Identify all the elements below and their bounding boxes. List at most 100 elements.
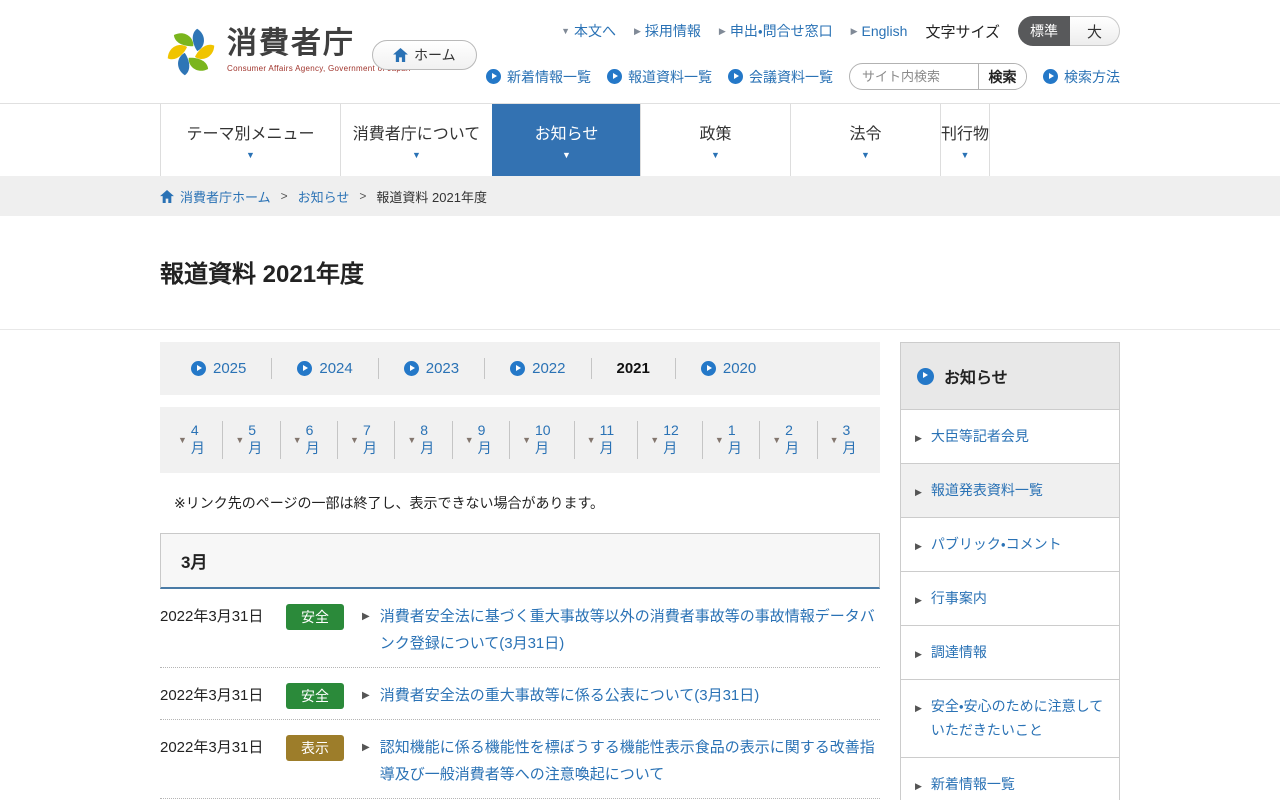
nav-item[interactable]: 政策 ▼ [640, 104, 790, 176]
triangle-right-icon: ▶ [915, 433, 922, 443]
breadcrumb-bar: 消費者庁ホーム > お知らせ > 報道資料 2021年度 [0, 176, 1280, 216]
news-link[interactable]: 消費者安全法の重大事故等に係る公表について(3月31日) [380, 682, 880, 709]
search-button[interactable]: 検索 [978, 64, 1026, 89]
month-link-label: 1月 [727, 422, 742, 456]
month-link[interactable]: ▼ 1月 [703, 421, 761, 459]
utility-link[interactable]: ▼ 本文へ [561, 21, 616, 41]
month-link[interactable]: ▼ 8月 [395, 421, 453, 459]
sidebar-heading: お知らせ [901, 343, 1119, 409]
nav-item[interactable]: テーマ別メニュー ▼ [160, 104, 340, 176]
month-link-label: 4月 [190, 422, 205, 456]
news-date: 2022年3月31日 [160, 739, 264, 756]
font-size-large-button[interactable]: 大 [1070, 16, 1120, 46]
breadcrumb-separator: > [280, 189, 288, 203]
nav-item-label: 消費者庁について [352, 126, 481, 143]
sidebar-item-label: 安全・安心のために注意していただきたいこと [930, 698, 1104, 738]
quick-link[interactable]: 報道資料一覧 [607, 67, 712, 87]
chevron-down-icon: ▼ [562, 150, 571, 160]
search-method-link[interactable]: 検索方法 [1043, 67, 1120, 87]
year-tabs: 2025 2024 2023 2022 2021 2020 [160, 342, 880, 395]
nav-item[interactable]: 消費者庁について ▼ [340, 104, 492, 176]
triangle-down-icon: ▼ [522, 435, 531, 445]
nav-item[interactable]: お知らせ ▼ [492, 104, 640, 176]
utility-link[interactable]: ▶ 採用情報 [634, 21, 701, 41]
month-link[interactable]: ▼ 4月 [166, 421, 224, 459]
triangle-marker-icon: ▶ [850, 25, 858, 36]
month-link[interactable]: ▼ 5月 [223, 421, 281, 459]
breadcrumb-section-link[interactable]: お知らせ [298, 187, 350, 206]
news-row: 2022年3月31日 表示 ▶ 認知機能に係る機能性を標ぼうする機能性表示食品の… [160, 720, 880, 799]
year-tab[interactable]: 2023 [379, 358, 486, 379]
search-method-label: 検索方法 [1064, 68, 1120, 85]
sidebar-item-label: パブリック・コメント [930, 536, 1062, 553]
year-tab[interactable]: 2024 [272, 358, 379, 379]
site-header: 消費者庁 Consumer Affairs Agency, Government… [0, 0, 1280, 103]
sidebar-item-label: 報道発表資料一覧 [930, 482, 1043, 499]
sidebar-item[interactable]: ▶ 安全・安心のために注意していただきたいこと [901, 679, 1119, 757]
breadcrumb-home-link[interactable]: 消費者庁ホーム [160, 187, 271, 206]
month-link[interactable]: ▼ 7月 [338, 421, 396, 459]
sidebar-item[interactable]: ▶ 調達情報 [901, 625, 1119, 680]
month-link[interactable]: ▼ 6月 [281, 421, 339, 459]
utility-link[interactable]: ▶ English [851, 23, 908, 39]
triangle-right-icon: ▶ [362, 742, 370, 753]
main-column: 2025 2024 2023 2022 2021 2020 ▼ 4月 ▼ 5月 … [160, 342, 880, 800]
month-link[interactable]: ▼ 3月 [818, 421, 874, 459]
nav-item-label: テーマ別メニュー [186, 126, 315, 143]
month-link[interactable]: ▼ 9月 [453, 421, 511, 459]
month-link-label: 5月 [248, 422, 263, 456]
triangle-down-icon: ▼ [829, 435, 839, 445]
triangle-down-icon: ▼ [292, 435, 302, 445]
year-tab[interactable]: 2025 [166, 358, 273, 379]
triangle-down-icon: ▼ [586, 435, 596, 445]
triangle-down-icon: ▼ [350, 435, 359, 445]
triangle-marker-icon: ▼ [561, 26, 570, 36]
triangle-marker-icon: ▶ [718, 25, 726, 36]
year-tab[interactable]: 2020 [676, 358, 781, 379]
sidebar-item[interactable]: ▶ パブリック・コメント [901, 517, 1119, 572]
page-title: 報道資料 2021年度 [160, 261, 365, 288]
font-size-toggle: 標準 大 [1018, 16, 1120, 46]
utility-link[interactable]: ▶ 申出・問合せ窓口 [719, 21, 833, 41]
month-link[interactable]: ▼ 10月 [510, 421, 575, 459]
triangle-right-icon: ▶ [362, 611, 370, 622]
chevron-down-icon: ▼ [246, 150, 255, 160]
month-link[interactable]: ▼ 11月 [575, 421, 639, 459]
month-link[interactable]: ▼ 2月 [760, 421, 818, 459]
search-input[interactable] [850, 69, 978, 84]
sidebar-item[interactable]: ▶ 大臣等記者会見 [901, 409, 1119, 464]
nav-item[interactable]: 刊行物 ▼ [940, 104, 991, 176]
year-tab[interactable]: 2022 [485, 358, 592, 379]
play-circle-icon [700, 361, 716, 376]
news-link[interactable]: 認知機能に係る機能性を標ぼうする機能性表示食品の表示に関する改善指導及び一般消費… [380, 734, 880, 788]
play-circle-icon [297, 361, 313, 376]
sidebar-item[interactable]: ▶ 行事案内 [901, 571, 1119, 626]
disclaimer-note: ※リンク先のページの一部は終了し、表示できない場合があります。 [174, 495, 605, 511]
month-link-label: 7月 [362, 422, 377, 456]
year-tab[interactable]: 2021 [592, 358, 676, 379]
caa-pinwheel-logo-icon [167, 28, 215, 76]
home-button[interactable]: ホーム [372, 40, 477, 70]
category-badge: 安全 [286, 604, 344, 630]
nav-item[interactable]: 法令 ▼ [790, 104, 940, 176]
quick-link[interactable]: 新着情報一覧 [486, 67, 591, 87]
news-link[interactable]: 消費者安全法に基づく重大事故等以外の消費者事故等の事故情報データバンク登録につい… [380, 603, 880, 657]
triangle-right-icon: ▶ [362, 690, 370, 701]
play-circle-icon [917, 367, 934, 385]
utility-link-label: 申出・問合せ窓口 [729, 23, 833, 39]
utility-link-label: English [861, 23, 908, 39]
sidebar-item[interactable]: ▶ 新着情報一覧 [901, 756, 1119, 800]
triangle-right-icon: ▶ [915, 780, 922, 791]
utility-link-label: 採用情報 [644, 23, 701, 39]
font-size-standard-button[interactable]: 標準 [1018, 16, 1070, 46]
triangle-right-icon: ▶ [915, 595, 922, 606]
sidebar-item-label: 行事案内 [930, 590, 987, 607]
triangle-right-icon: ▶ [915, 487, 922, 498]
sidebar-item[interactable]: ▶ 報道発表資料一覧 [901, 463, 1119, 518]
quick-link-label: 報道資料一覧 [628, 68, 712, 85]
month-link[interactable]: ▼ 12月 [638, 421, 703, 459]
triangle-down-icon: ▼ [772, 435, 782, 445]
title-section: 報道資料 2021年度 [0, 216, 1280, 330]
month-links: ▼ 4月 ▼ 5月 ▼ 6月 ▼ 7月 ▼ 8月 ▼ 9月 ▼ 10月 ▼ 11… [160, 407, 880, 473]
quick-link[interactable]: 会議資料一覧 [728, 67, 833, 87]
